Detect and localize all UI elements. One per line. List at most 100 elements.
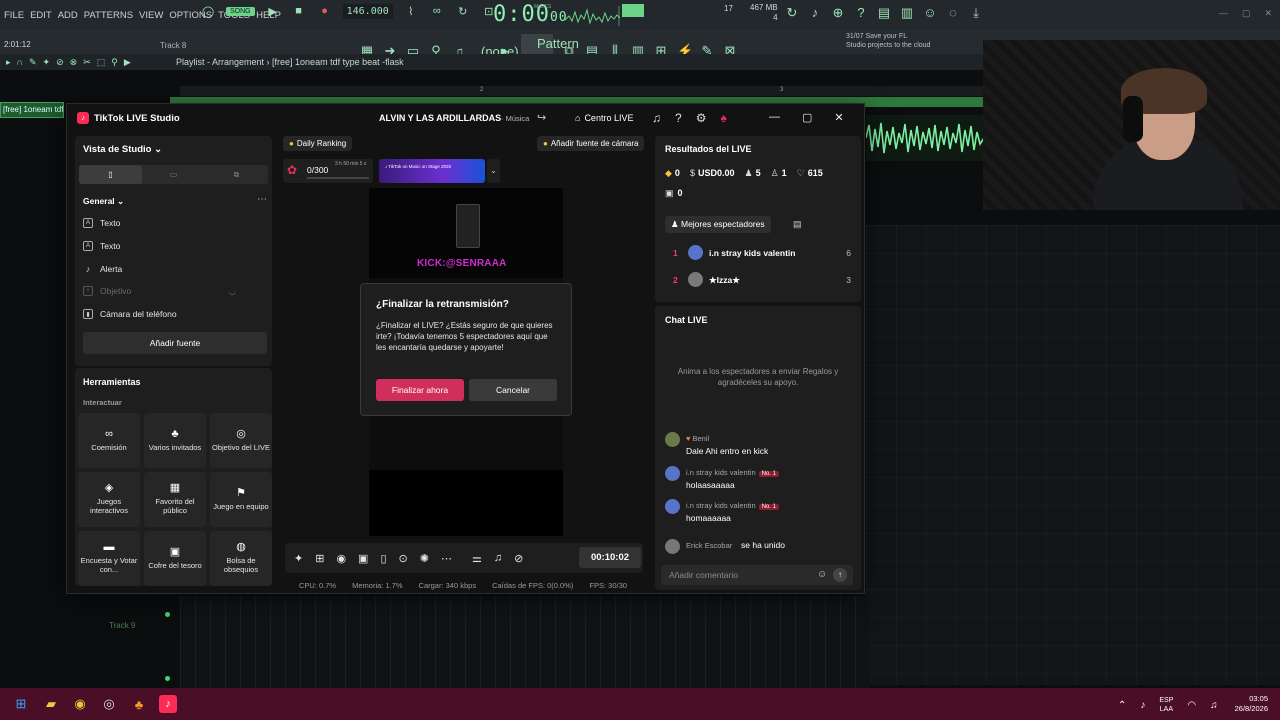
tiktok-live-studio-icon[interactable]: ♪ bbox=[159, 695, 177, 713]
rose-goal-card[interactable]: ✿ 0/300 3 h 50 min 5 s bbox=[283, 159, 373, 183]
effects-icon[interactable]: ✺ bbox=[420, 552, 429, 565]
music-on-stage-banner[interactable]: ♪ TikTok on Music on Stage 2026 bbox=[379, 159, 485, 183]
loop-icon[interactable]: ↻ bbox=[455, 3, 471, 19]
pl-pencil-icon[interactable]: ✎ bbox=[29, 57, 37, 68]
chevron-up-icon[interactable]: ⌃ bbox=[1118, 700, 1126, 711]
fl-menu-view[interactable]: VIEW bbox=[139, 10, 163, 21]
save-icon[interactable]: ▤ bbox=[877, 5, 891, 21]
tool-treasure-chest[interactable]: ▣ Cofre del tesoro bbox=[144, 531, 206, 586]
emoji-icon[interactable]: ☺ bbox=[817, 569, 827, 580]
fl-minimize-icon[interactable]: — bbox=[1219, 8, 1228, 19]
chrome-icon[interactable]: ◉ bbox=[71, 695, 89, 713]
fl-studio-icon[interactable]: ♣ bbox=[130, 695, 148, 713]
maximize-icon[interactable]: ▢ bbox=[802, 111, 812, 124]
list-icon[interactable]: ▤ bbox=[793, 219, 802, 230]
mixer-sliders-icon[interactable]: ⚌ bbox=[472, 552, 482, 565]
fl-pat-song-icon[interactable]: ◯ bbox=[200, 3, 216, 19]
fl-close-icon[interactable]: ✕ bbox=[1264, 8, 1272, 19]
pl-play-icon[interactable]: ▶ bbox=[124, 57, 131, 68]
portrait-mode-icon[interactable]: ▯ bbox=[79, 165, 142, 184]
add-camera-source-button[interactable]: ● Añadir fuente de cámara bbox=[537, 136, 645, 151]
minimize-icon[interactable]: — bbox=[769, 111, 780, 124]
profile-avatar-icon[interactable]: ♠ bbox=[720, 111, 726, 125]
speaker-icon[interactable]: ♫ bbox=[494, 552, 502, 564]
mic-alt-icon[interactable]: ⊕ bbox=[831, 5, 845, 21]
more-options-icon[interactable]: ⋯ bbox=[257, 194, 267, 205]
pl-slice-icon[interactable]: ✂ bbox=[83, 57, 91, 68]
record-icon[interactable]: ⊙ bbox=[399, 552, 408, 565]
file-explorer-icon[interactable]: ▰ bbox=[42, 695, 60, 713]
source-phone-camera[interactable]: ▮ Cámara del teléfono bbox=[83, 309, 177, 319]
obs-icon[interactable]: ◎ bbox=[100, 695, 118, 713]
tool-multi-guest[interactable]: ♣ Varios invitados bbox=[144, 413, 206, 468]
language-indicator[interactable]: ESP LAA bbox=[1159, 696, 1173, 714]
top-viewer-row[interactable]: 2 ★lzza★ 3 bbox=[665, 272, 851, 288]
tool-coemision[interactable]: ∞ Coemisión bbox=[78, 413, 140, 468]
dual-mode-icon[interactable]: ⧉ bbox=[205, 165, 268, 184]
more-icon[interactable]: ⋯ bbox=[441, 552, 452, 565]
pl-mute-icon[interactable]: ⊗ bbox=[70, 57, 78, 68]
settings-gear-icon[interactable]: ⚙ bbox=[696, 111, 707, 125]
wifi-icon[interactable]: ◠ bbox=[1187, 700, 1196, 711]
send-arrow-icon[interactable]: ↑ bbox=[833, 568, 847, 582]
tool-audience-favorite[interactable]: ▦ Favorito del público bbox=[144, 472, 206, 527]
fl-bpm[interactable]: 146.000 bbox=[342, 3, 393, 19]
pl-arrow-icon[interactable]: ▸ bbox=[6, 57, 11, 68]
general-section-toggle[interactable]: General ⌄ bbox=[83, 196, 124, 207]
help-icon[interactable]: ? bbox=[675, 111, 682, 125]
tool-live-goal[interactable]: ◎ Objetivo del LIVE bbox=[210, 413, 272, 468]
refresh-icon[interactable]: ↻ bbox=[785, 5, 799, 21]
pl-magnet-icon[interactable]: ∩ bbox=[17, 57, 23, 68]
pl-brush-icon[interactable]: ✦ bbox=[43, 57, 51, 68]
camera-icon[interactable]: ◉ bbox=[336, 552, 346, 565]
pl-select-icon[interactable]: ⬚ bbox=[97, 57, 106, 68]
source-text-1[interactable]: A Texto bbox=[83, 218, 120, 228]
share-icon[interactable]: ↪ bbox=[537, 111, 546, 124]
source-text-2[interactable]: A Texto bbox=[83, 241, 120, 251]
volume-icon[interactable]: ♫ bbox=[1210, 700, 1218, 711]
mic-icon[interactable]: ♪ bbox=[808, 5, 822, 21]
banner-chevron-icon[interactable]: ⌄ bbox=[487, 159, 500, 183]
fl-song-mode[interactable]: SONG bbox=[226, 6, 255, 16]
centro-live-button[interactable]: ⌂ Centro LIVE bbox=[575, 113, 633, 123]
fl-menu-add[interactable]: ADD bbox=[58, 10, 78, 21]
stream-title[interactable]: ALVIN Y LAS ARDILLARDAS bbox=[379, 113, 501, 123]
hidden-eye-icon[interactable]: ◡ bbox=[229, 287, 236, 296]
account-icon[interactable]: ☺ bbox=[923, 5, 937, 21]
bell-icon[interactable]: ♫ bbox=[652, 111, 661, 125]
wait-icon[interactable]: ∞ bbox=[429, 3, 445, 19]
metronome-icon[interactable]: ⌇ bbox=[403, 3, 419, 19]
end-now-button[interactable]: Finalizar ahora bbox=[376, 379, 464, 401]
record-icon[interactable]: ● bbox=[317, 3, 333, 19]
magic-wand-icon[interactable]: ✦ bbox=[294, 552, 303, 565]
save-alt-icon[interactable]: ▥ bbox=[900, 5, 914, 21]
source-alert[interactable]: ♪ Alerta bbox=[83, 264, 122, 274]
comment-input[interactable]: Añadir comentario ☺ ↑ bbox=[661, 565, 853, 585]
fl-menu-patterns[interactable]: PATTERNS bbox=[84, 10, 133, 21]
phone-icon[interactable]: ▯ bbox=[380, 552, 386, 565]
cancel-button[interactable]: Cancelar bbox=[469, 379, 557, 401]
windows-start-icon[interactable]: ⊞ bbox=[12, 695, 30, 713]
fl-pattern-clip[interactable]: [free] 1oneam tdf bbox=[0, 102, 64, 118]
add-source-button[interactable]: Añadir fuente bbox=[83, 332, 267, 354]
source-objective[interactable]: ◊ Objetivo ◡ bbox=[83, 286, 255, 296]
help-icon[interactable]: ? bbox=[854, 5, 868, 21]
tool-interactive-games[interactable]: ◈ Juegos interactivos bbox=[78, 472, 140, 527]
close-icon[interactable]: ✕ bbox=[834, 111, 843, 124]
download-icon[interactable]: ⤓ bbox=[969, 5, 983, 21]
tool-gift-bag[interactable]: ◍ Bolsa de obsequios bbox=[210, 531, 272, 586]
daily-ranking-button[interactable]: ● Daily Ranking bbox=[283, 136, 353, 151]
landscape-mode-icon[interactable]: ▭ bbox=[142, 165, 205, 184]
pl-delete-icon[interactable]: ⊘ bbox=[56, 57, 64, 68]
top-viewer-row[interactable]: 1 i.n stray kids valentin 6 bbox=[665, 245, 851, 261]
mic-muted-icon[interactable]: ⊘ bbox=[514, 552, 523, 565]
fl-menu-edit[interactable]: EDIT bbox=[30, 10, 52, 21]
fl-menu-file[interactable]: FILE bbox=[4, 10, 24, 21]
taskbar-clock[interactable]: 03:05 26/8/2026 bbox=[1226, 694, 1268, 714]
mic-icon[interactable]: ♪ bbox=[1140, 700, 1145, 711]
chat-icon[interactable]: ◌ bbox=[946, 5, 960, 21]
pl-zoom-icon[interactable]: ⚲ bbox=[111, 57, 118, 68]
tool-poll-vote[interactable]: ▬ Encuesta y Votar con... bbox=[78, 531, 140, 586]
play-icon[interactable]: ▶ bbox=[265, 3, 281, 19]
vista-de-studio-dropdown[interactable]: Vista de Studio ⌄ bbox=[83, 144, 162, 155]
